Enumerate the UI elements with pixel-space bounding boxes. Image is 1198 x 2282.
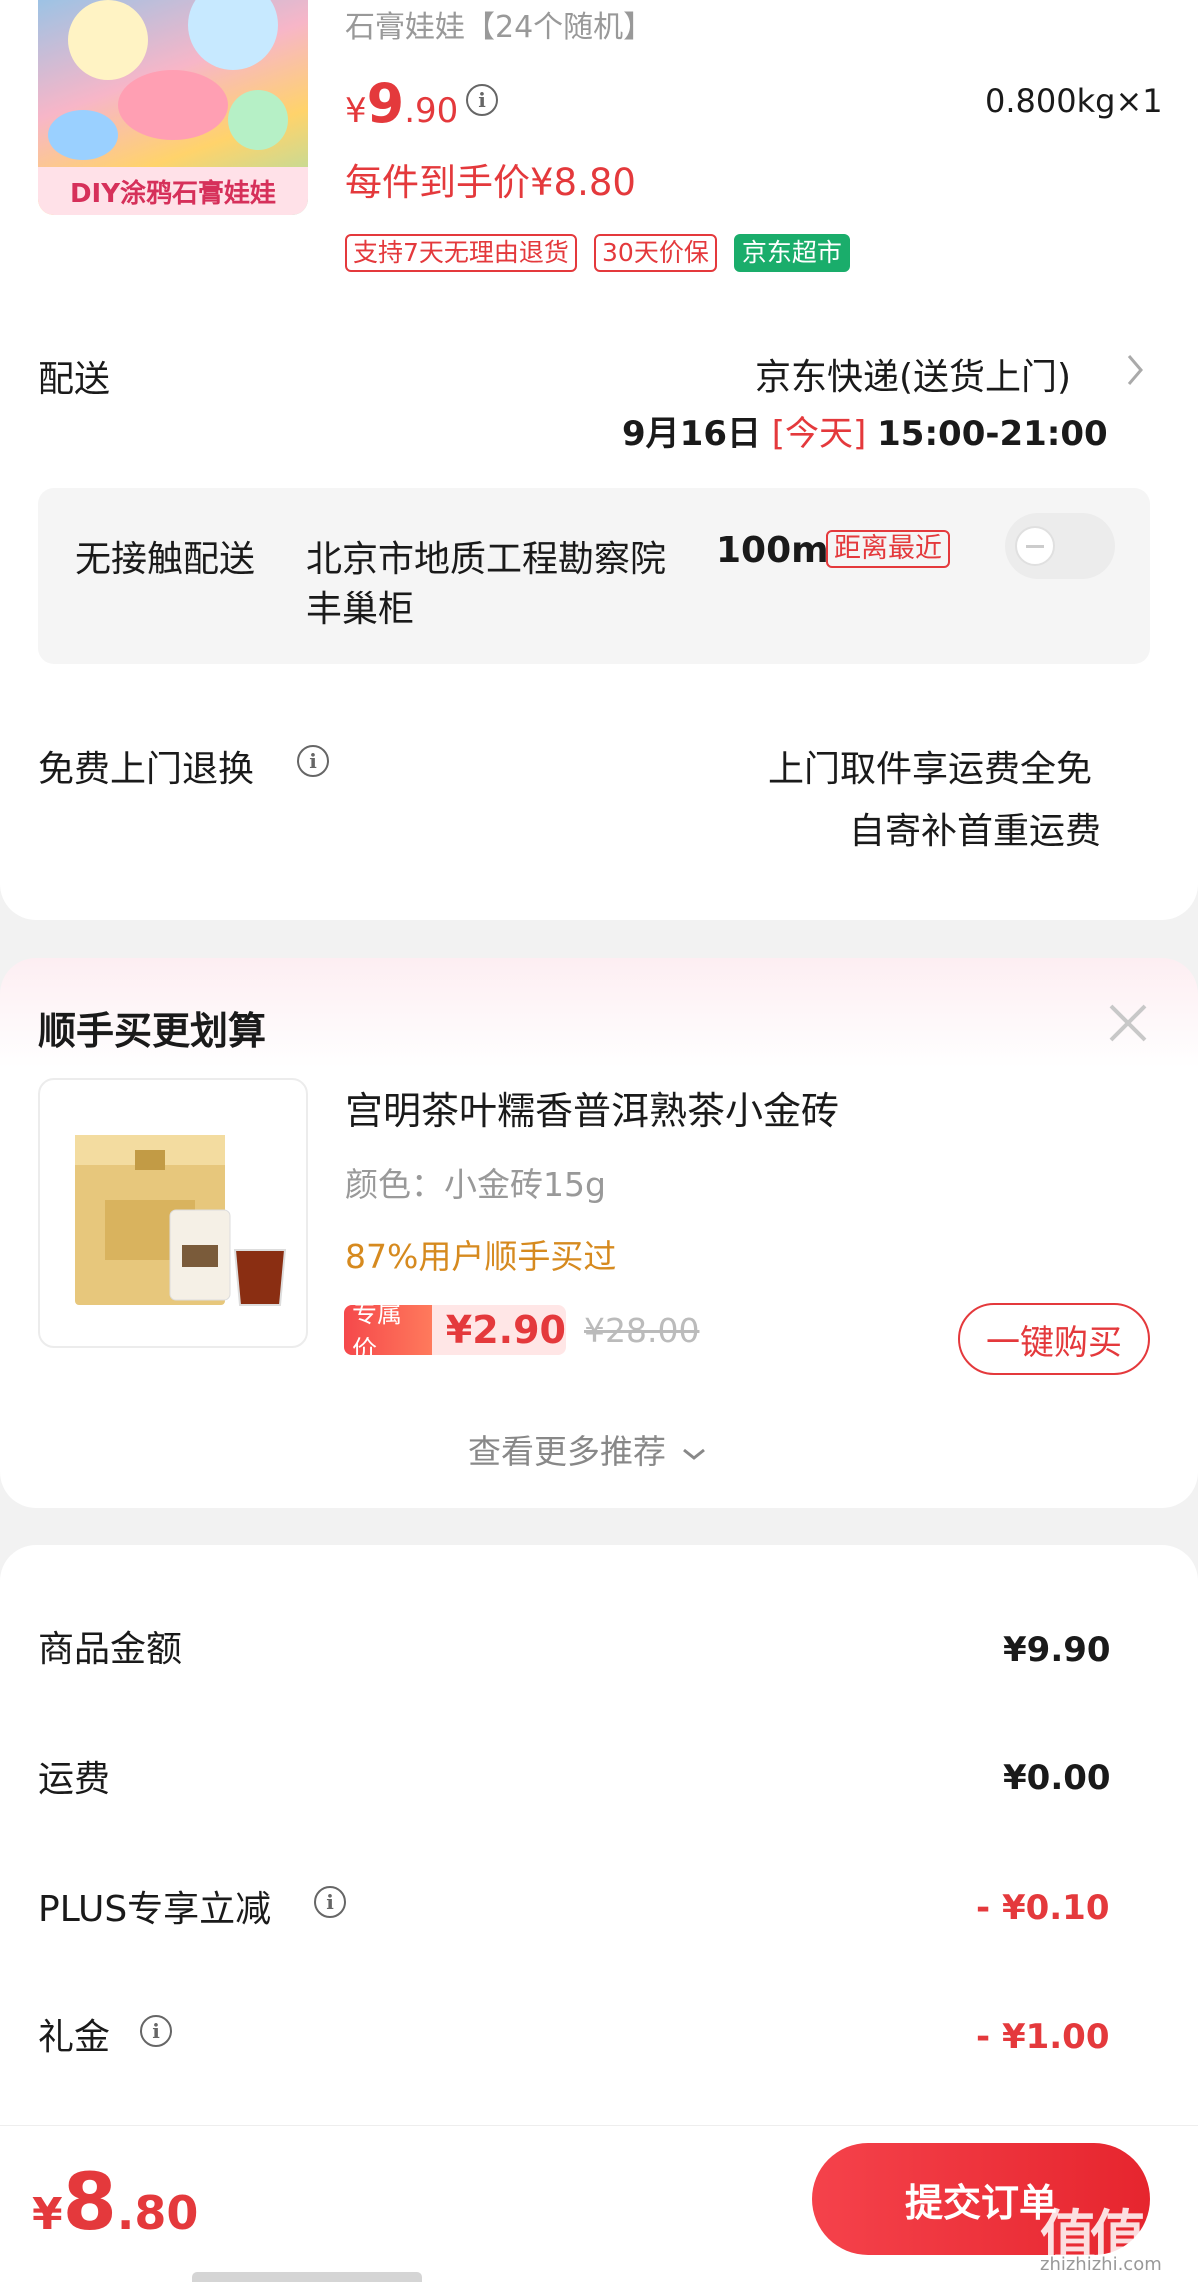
tea-product-image[interactable] [38, 1078, 308, 1348]
return-pickup-text: 上门取件享运费全免 [768, 749, 1093, 790]
price-info-icon[interactable]: i [466, 84, 498, 116]
original-price: ¥28.00 [584, 1311, 700, 1350]
price-protect-tag[interactable]: 30天价保 [594, 234, 717, 272]
site-watermark-url: zhizhizhi.com [1040, 2254, 1162, 2275]
summary-shipping-value: ¥0.00 [1003, 1758, 1111, 1798]
addon-title: 顺手买更划算 [38, 1009, 267, 1053]
exclusive-price: ¥2.90 [445, 1308, 566, 1352]
delivery-label: 配送 [38, 359, 111, 400]
summary-plus-label: PLUS专享立减 [38, 1889, 272, 1930]
weight-quantity: 0.800kg×1 [985, 82, 1163, 120]
see-more-recommendations[interactable]: 查看更多推荐 [468, 1425, 707, 1473]
product-image-banner: DIY涂鸦石膏娃娃 [38, 167, 308, 215]
one-click-buy-button[interactable]: 一键购买 [958, 1303, 1150, 1375]
close-icon[interactable] [1105, 1000, 1151, 1046]
summary-goods-value: ¥9.90 [1003, 1630, 1111, 1670]
delivery-method[interactable]: 京东快递(送货上门) [755, 348, 1071, 400]
product-title[interactable]: 石膏娃娃【24个随机】 [345, 2, 653, 46]
pickup-locker: 丰巢柜 [306, 589, 415, 630]
summary-giftcash-label: 礼金 [38, 2017, 111, 2058]
return-self-ship-text: 自寄补首重运费 [849, 811, 1102, 852]
chevron-right-icon[interactable] [1125, 352, 1145, 392]
product-price: ¥9.90 [345, 72, 459, 135]
plus-info-icon[interactable]: i [314, 1886, 346, 1918]
delivery-time: 9月16日 [今天] 15:00-21:00 [622, 414, 1108, 454]
pickup-distance: 100m [716, 530, 829, 571]
final-unit-price: 每件到手价¥8.80 [345, 161, 636, 204]
pickup-location[interactable]: 北京市地质工程勘察院 [306, 530, 666, 582]
giftcash-info-icon[interactable]: i [140, 2015, 172, 2047]
addon-social-proof: 87%用户顺手买过 [345, 1237, 617, 1276]
exclusive-price-label: 专属价 [344, 1299, 432, 1364]
summary-giftcash-value: - ¥1.00 [976, 2017, 1110, 2057]
return-policy-tag[interactable]: 支持7天无理由退货 [345, 234, 577, 272]
summary-plus-value: - ¥0.10 [976, 1888, 1110, 1928]
contactless-label: 无接触配送 [75, 539, 256, 580]
toggle-knob [1015, 526, 1055, 566]
home-indicator[interactable] [192, 2272, 422, 2282]
chevron-down-icon [682, 1448, 705, 1460]
contactless-toggle[interactable] [1005, 513, 1115, 579]
free-return-label: 免费上门退换 [38, 749, 255, 790]
exclusive-price-badge: 专属价 ¥2.90 [344, 1299, 566, 1364]
addon-spec: 颜色：小金砖15g [345, 1165, 606, 1204]
service-tags: 支持7天无理由退货 30天价保 京东超市 [345, 234, 850, 272]
nearest-tag: 距离最近 [826, 530, 950, 568]
jd-supermarket-tag: 京东超市 [733, 234, 850, 272]
addon-product-name[interactable]: 宫明茶叶糯香普洱熟茶小金砖 [345, 1080, 839, 1135]
summary-goods-label: 商品金额 [38, 1629, 183, 1670]
total-price: ¥8.80 [32, 2158, 199, 2248]
summary-shipping-label: 运费 [38, 1759, 111, 1800]
product-image[interactable]: DIY涂鸦石膏娃娃 [38, 0, 308, 215]
return-info-icon[interactable]: i [297, 745, 329, 777]
